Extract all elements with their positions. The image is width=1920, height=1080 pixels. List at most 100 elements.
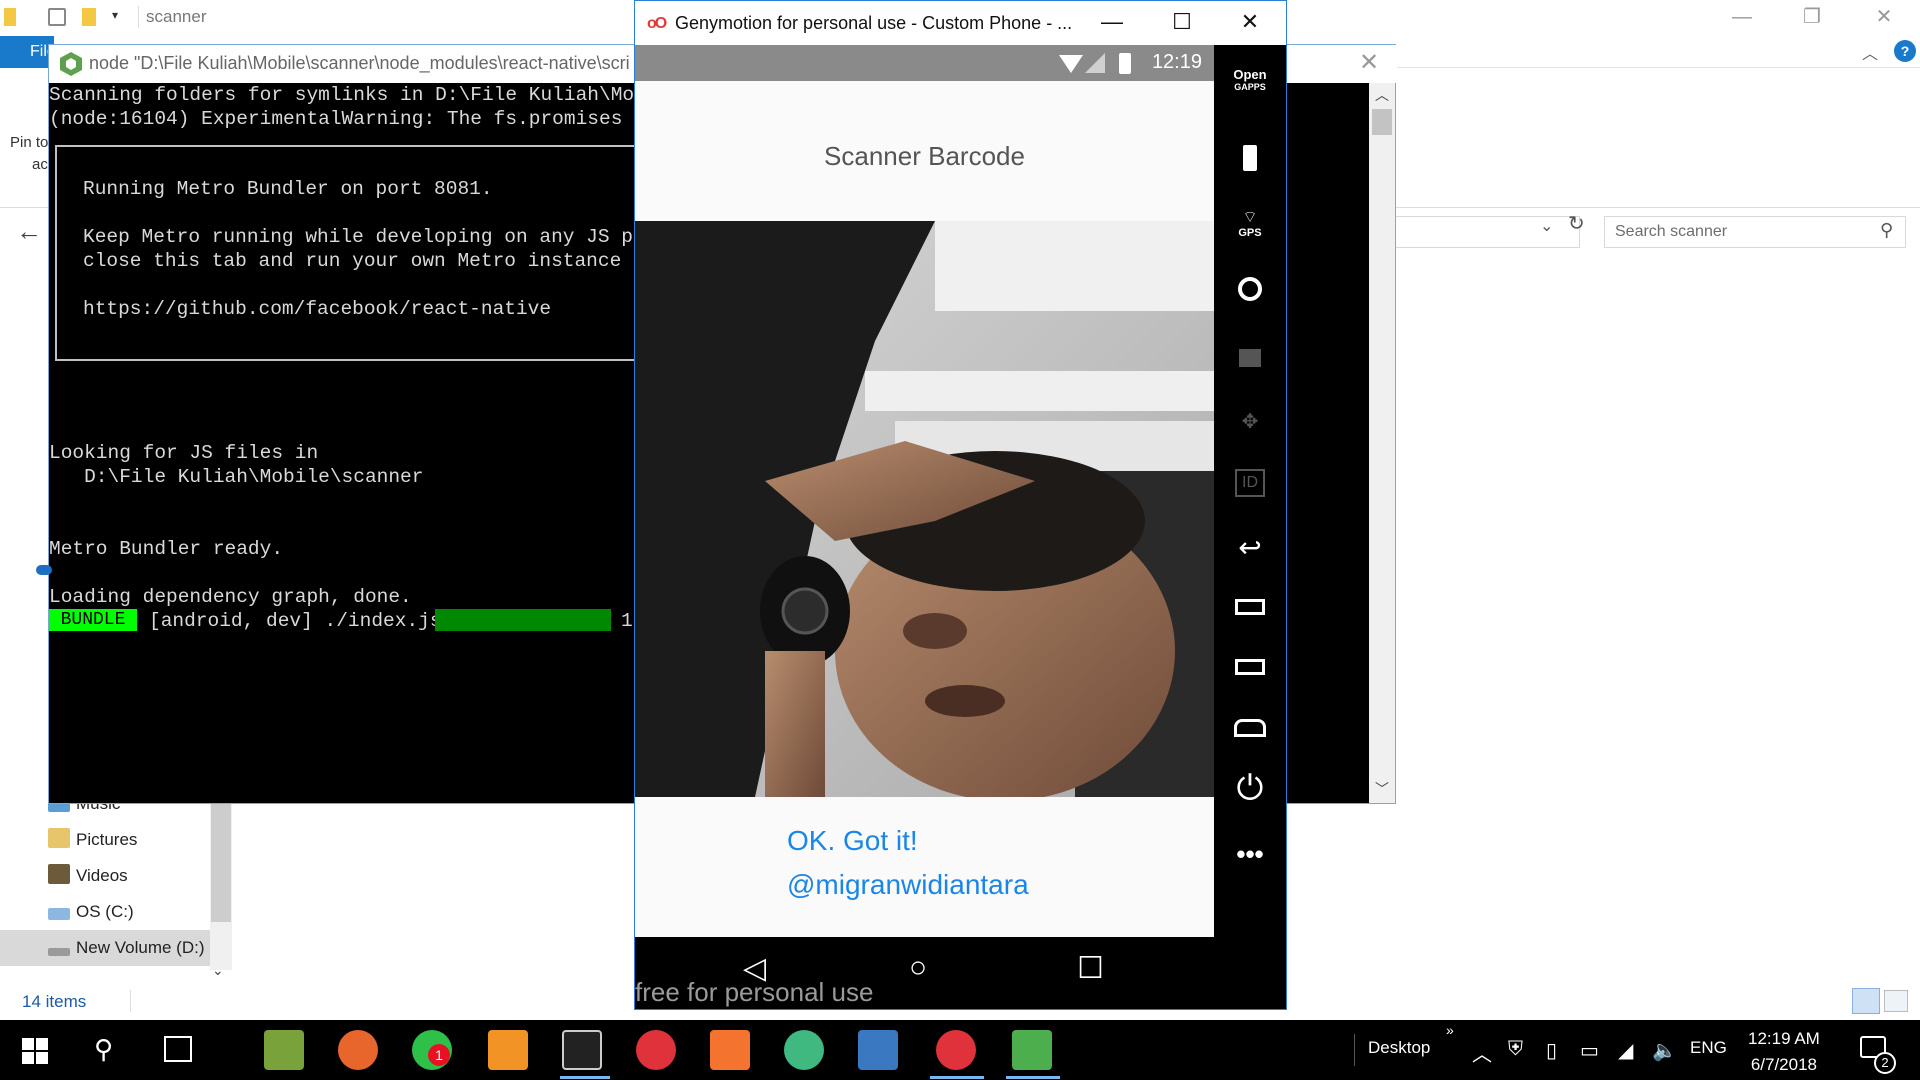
genymotion-window[interactable]: oO Genymotion for personal use - Custom … xyxy=(634,0,1287,1010)
menu-button[interactable] xyxy=(1214,641,1286,701)
recent-apps-icon xyxy=(1235,599,1265,615)
genymotion-close-button[interactable]: ✕ xyxy=(1215,1,1285,45)
properties-icon[interactable] xyxy=(48,8,66,26)
author-link[interactable]: @migranwidiantara xyxy=(787,863,1029,907)
android-screen[interactable]: 12:19 Scanner Barcode OK. Got it! @migra… xyxy=(635,45,1214,1009)
titlebar-separator xyxy=(138,6,139,28)
nav-item-label: OS (C:) xyxy=(76,902,134,921)
battery-widget-button[interactable] xyxy=(1214,137,1286,197)
power-button[interactable]: ⏻ xyxy=(1214,761,1286,821)
dpad-widget-button[interactable]: ✥ xyxy=(1214,395,1286,455)
command-prompt-icon[interactable] xyxy=(562,1030,602,1070)
help-icon[interactable]: ? xyxy=(1894,40,1916,62)
xampp-icon[interactable] xyxy=(710,1030,750,1070)
file-tab[interactable]: File xyxy=(0,36,56,68)
device-id-widget-button[interactable]: ID xyxy=(1214,455,1286,515)
task-view-icon[interactable] xyxy=(164,1036,192,1062)
capture-widget-button[interactable] xyxy=(1214,335,1286,395)
genymotion-running-indicator xyxy=(930,1076,984,1079)
more-options-button[interactable]: ••• xyxy=(1214,833,1286,893)
dpad-icon: ✥ xyxy=(1241,411,1259,433)
console-line: https://github.com/facebook/react-native xyxy=(83,298,552,320)
nav-item-new-volume-d[interactable]: New Volume (D:) xyxy=(48,930,228,966)
address-dropdown-icon[interactable]: ⌄ xyxy=(1540,216,1553,236)
opengapps-button[interactable]: Open GAPPS xyxy=(1214,67,1286,127)
clock[interactable]: 12:19 AM 6/7/2018 xyxy=(1748,1026,1820,1078)
nvidia-app-icon[interactable] xyxy=(264,1030,304,1070)
genymotion-active-icon[interactable] xyxy=(936,1030,976,1070)
quick-access-dropdown-icon[interactable]: ▾ xyxy=(112,8,118,22)
usb-device-icon[interactable]: ▯ xyxy=(1546,1038,1557,1063)
console-scrollbar[interactable]: ︿ ﹀ xyxy=(1369,83,1395,803)
scroll-up-icon[interactable]: ︿ xyxy=(1375,85,1389,105)
nav-item-videos[interactable]: Videos xyxy=(48,858,228,894)
app-title: Scanner Barcode xyxy=(824,141,1025,171)
security-shield-icon[interactable]: ⛨ xyxy=(1508,1038,1523,1061)
recent-apps-button[interactable] xyxy=(1214,581,1286,641)
gps-widget-button[interactable]: ⌔ GPS xyxy=(1214,203,1286,263)
refresh-icon[interactable]: ↻ xyxy=(1568,211,1585,236)
genymotion-minimize-button[interactable]: — xyxy=(1077,1,1147,45)
drive-d-icon xyxy=(48,948,70,956)
desktop-toolbar-label[interactable]: Desktop xyxy=(1368,1038,1430,1058)
network-icon[interactable]: ◢ xyxy=(1618,1038,1633,1063)
desktop-toolbar-chevron-icon[interactable]: » xyxy=(1446,1022,1454,1038)
search-input[interactable]: Search scanner xyxy=(1604,216,1906,248)
explorer-restore-button[interactable]: ❐ xyxy=(1784,0,1840,36)
collapse-ribbon-icon[interactable]: ︿ xyxy=(1862,40,1878,64)
nav-scroll-down-icon[interactable]: ⌄ xyxy=(212,962,224,979)
signal-icon xyxy=(1085,53,1105,73)
result-text[interactable]: OK. Got it! @migranwidiantara xyxy=(787,819,1029,907)
id-icon: ID xyxy=(1235,469,1265,497)
show-hidden-icons-icon[interactable]: ︿ xyxy=(1472,1038,1492,1067)
console-line: Keep Metro running while developing on a… xyxy=(83,226,669,248)
console-close-button[interactable]: ✕ xyxy=(1343,45,1395,83)
explorer-close-button[interactable]: ✕ xyxy=(1856,0,1912,36)
back-button[interactable]: ↩ xyxy=(1214,519,1286,579)
genymotion-taskbar-icon[interactable] xyxy=(636,1030,676,1070)
notification-count-badge: 2 xyxy=(1874,1052,1896,1074)
large-icons-view-button[interactable] xyxy=(1884,990,1908,1012)
volume-icon[interactable]: 🔈 xyxy=(1652,1038,1677,1063)
clock-time: 12:19 AM xyxy=(1748,1029,1820,1048)
explorer-minimize-button[interactable]: — xyxy=(1714,0,1770,36)
videos-folder-icon xyxy=(48,864,70,884)
status-separator xyxy=(130,990,131,1012)
git-tool-icon[interactable] xyxy=(858,1030,898,1070)
camera-preview[interactable] xyxy=(635,221,1214,797)
genymotion-maximize-button[interactable]: ☐ xyxy=(1147,1,1217,45)
webcam-widget-button[interactable] xyxy=(1214,267,1286,327)
bundle-progress-bar xyxy=(435,609,611,631)
nav-item-os-c[interactable]: OS (C:) xyxy=(48,894,228,930)
ok-button-text[interactable]: OK. Got it! xyxy=(787,819,1029,863)
search-icon[interactable]: ⚲ xyxy=(1880,220,1893,241)
firefox-icon[interactable] xyxy=(338,1030,378,1070)
windows-taskbar: ⚲ Desktop » ︿ ⛨ ▯ ▭ ◢ 🔈 ENG 12:19 AM 6/7… xyxy=(0,1020,1920,1080)
recents-square-icon[interactable]: ☐ xyxy=(1077,951,1104,986)
console-scrollbar-thumb[interactable] xyxy=(1372,109,1392,135)
console-line: (node:16104) ExperimentalWarning: The fs… xyxy=(49,108,670,130)
node-taskbar-icon[interactable] xyxy=(1012,1030,1052,1070)
home-circle-icon[interactable]: ○ xyxy=(909,951,927,985)
back-arrow-icon[interactable]: ← xyxy=(16,216,42,247)
nav-item-label: Videos xyxy=(76,866,128,885)
nav-item-pictures[interactable]: Pictures xyxy=(48,822,228,858)
scroll-down-icon[interactable]: ﹀ xyxy=(1375,779,1389,799)
details-view-button[interactable] xyxy=(1852,988,1880,1014)
folder-icon xyxy=(4,8,16,26)
search-taskbar-icon[interactable]: ⚲ xyxy=(94,1034,113,1065)
node-running-indicator xyxy=(1006,1076,1060,1079)
sublime-text-icon[interactable] xyxy=(488,1030,528,1070)
more-dots-icon: ••• xyxy=(1236,839,1264,869)
nav-scrollbar-thumb[interactable] xyxy=(211,800,231,922)
console-line: Loading dependency graph, done. xyxy=(49,586,412,608)
console-line: close this tab and run your own Metro in… xyxy=(83,250,657,272)
clock-date: 6/7/2018 xyxy=(1750,1055,1817,1074)
console-line: D:\File Kuliah\Mobile\scanner xyxy=(49,466,424,488)
windows-start-icon[interactable] xyxy=(22,1038,48,1064)
atom-icon[interactable] xyxy=(784,1030,824,1070)
new-folder-icon[interactable] xyxy=(82,8,96,26)
home-button[interactable] xyxy=(1214,701,1286,761)
language-indicator[interactable]: ENG xyxy=(1690,1038,1727,1058)
battery-tray-icon[interactable]: ▭ xyxy=(1580,1038,1599,1063)
